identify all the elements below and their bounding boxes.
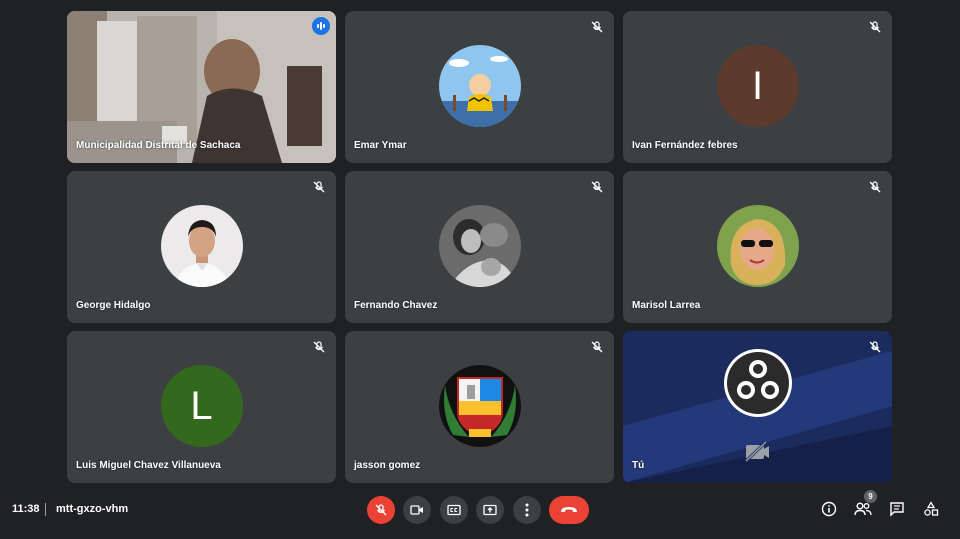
participant-avatar <box>438 365 521 447</box>
chat-button[interactable] <box>886 498 908 520</box>
mic-off-icon <box>591 181 603 193</box>
present-screen-icon <box>483 504 497 516</box>
mic-off-icon <box>869 341 881 353</box>
more-options-button[interactable] <box>513 496 541 524</box>
closed-captions-icon <box>447 504 461 516</box>
avatar-initial: L <box>190 383 213 428</box>
divider <box>45 503 46 516</box>
participant-name: Luis Miguel Chavez Villanueva <box>76 460 221 471</box>
hang-up-icon <box>561 507 577 512</box>
participant-avatar: L <box>160 365 243 447</box>
mic-off-icon <box>869 21 881 33</box>
profile-photo-icon <box>716 205 799 287</box>
present-button[interactable] <box>476 496 504 524</box>
captions-button[interactable] <box>440 496 468 524</box>
speaking-indicator-icon <box>312 17 330 35</box>
cartoon-avatar-icon <box>438 45 521 127</box>
participant-avatar <box>723 348 793 418</box>
participant-name: George Hidalgo <box>76 300 151 311</box>
chat-icon <box>890 502 904 517</box>
mic-toggle-button[interactable] <box>367 496 395 524</box>
participant-tile-george[interactable]: George Hidalgo <box>67 171 336 323</box>
coat-of-arms-icon <box>438 365 521 447</box>
participant-tile-jasson[interactable]: jasson gomez <box>345 331 614 483</box>
participant-avatar <box>160 205 243 287</box>
participant-tile-luis-miguel[interactable]: L Luis Miguel Chavez Villanueva <box>67 331 336 483</box>
mic-off-icon <box>869 181 881 193</box>
participant-tile-emar-ymar[interactable]: Emar Ymar <box>345 11 614 163</box>
activities-icon <box>924 501 939 516</box>
participant-tile-self[interactable]: Tú <box>623 331 892 483</box>
mic-off-icon <box>591 21 603 33</box>
participant-name: jasson gomez <box>354 460 421 471</box>
avatar-initial: I <box>751 63 764 108</box>
activities-button[interactable] <box>920 498 942 520</box>
participant-name: Fernando Chavez <box>354 300 438 311</box>
mic-off-icon <box>375 504 387 516</box>
meeting-code: mtt-gxzo-vhm <box>56 503 129 515</box>
participant-tile-municipalidad[interactable]: Municipalidad Distrital de Sachaca <box>67 11 336 163</box>
participant-avatar <box>438 205 521 287</box>
people-icon <box>854 502 872 516</box>
more-vert-icon <box>525 503 529 517</box>
participant-name: Ivan Fernández febres <box>632 140 738 151</box>
profile-photo-icon <box>160 205 243 287</box>
participant-tile-fernando[interactable]: Fernando Chavez <box>345 171 614 323</box>
participant-name: Emar Ymar <box>354 140 407 151</box>
participant-avatar: I <box>716 45 799 127</box>
participant-avatar <box>438 45 521 127</box>
mic-off-icon <box>313 341 325 353</box>
participant-name: Municipalidad Distrital de Sachaca <box>76 140 241 151</box>
participant-name: Tú <box>632 460 645 471</box>
mic-off-icon <box>313 181 325 193</box>
participant-tile-ivan[interactable]: I Ivan Fernández febres <box>623 11 892 163</box>
info-icon <box>821 501 837 517</box>
obs-logo-icon <box>723 349 792 417</box>
mic-off-icon <box>591 341 603 353</box>
participant-name: Marisol Larrea <box>632 300 701 311</box>
camera-toggle-button[interactable] <box>403 496 431 524</box>
end-call-button[interactable] <box>549 496 589 524</box>
camera-icon <box>410 505 423 515</box>
profile-photo-icon <box>438 205 521 287</box>
people-count-badge: 9 <box>864 490 877 503</box>
camera-off-icon <box>744 441 769 463</box>
meeting-time: 11:38 <box>12 503 40 515</box>
participant-tile-marisol[interactable]: Marisol Larrea <box>623 171 892 323</box>
meeting-details-button[interactable] <box>818 498 840 520</box>
participant-avatar <box>716 205 799 287</box>
bottom-toolbar: 11:38 mtt-gxzo-vhm <box>0 484 960 539</box>
